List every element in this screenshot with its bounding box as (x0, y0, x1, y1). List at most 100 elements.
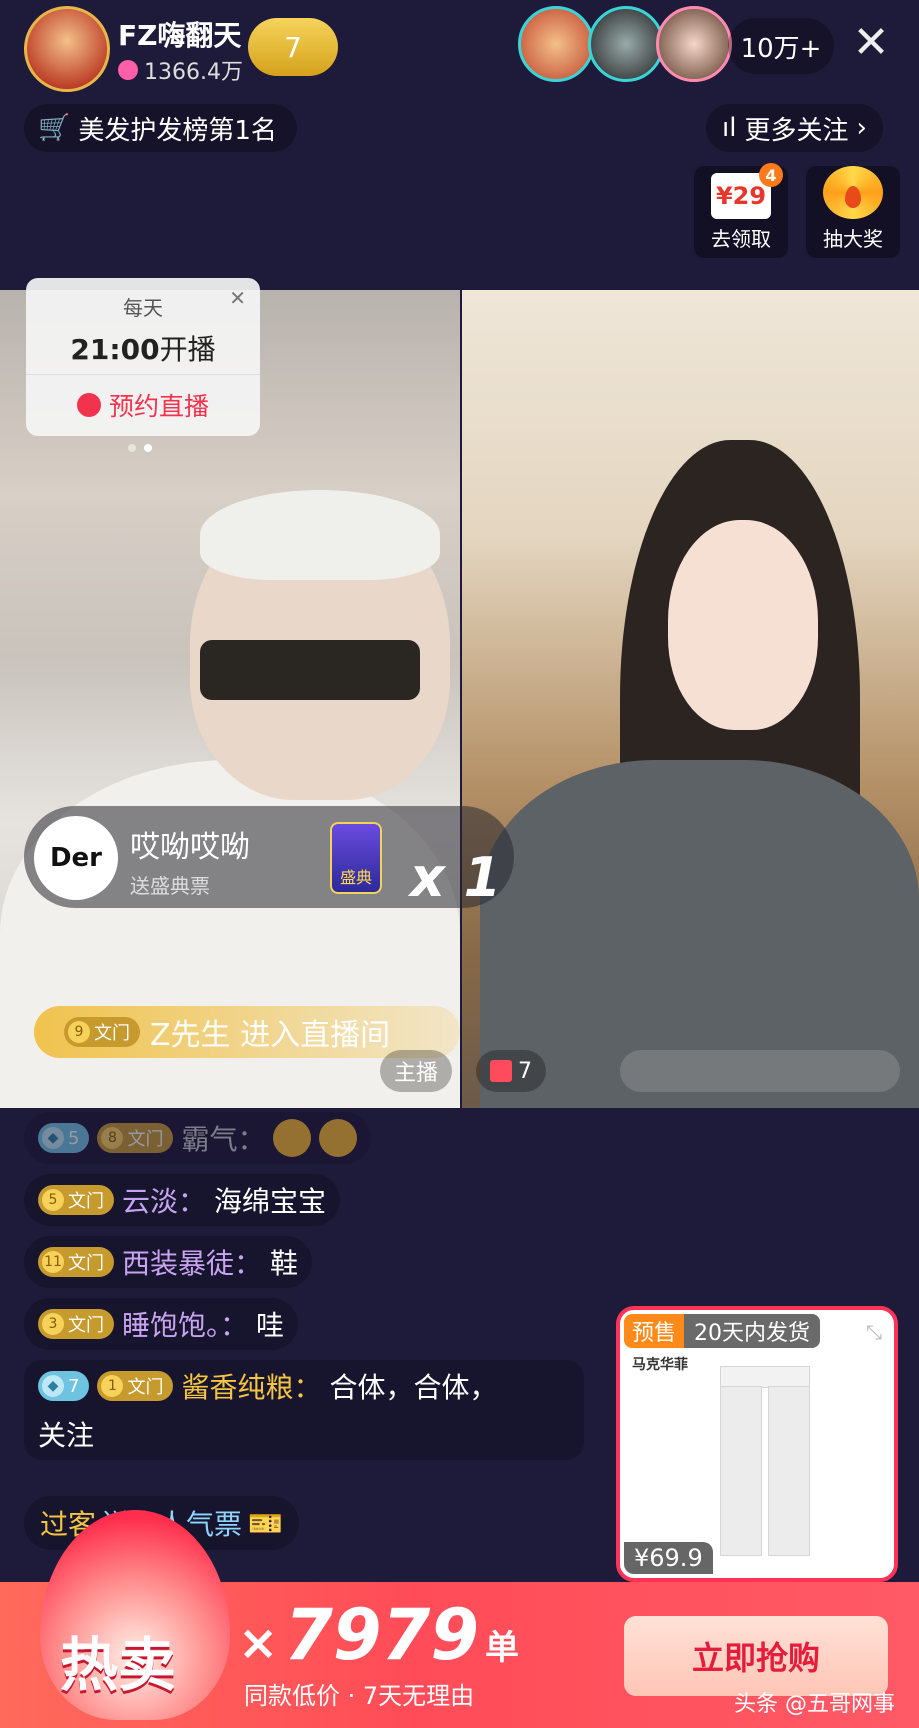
viewer-avatar[interactable] (656, 6, 732, 82)
level-rank: 文门 (68, 1315, 104, 1336)
user-level-badge: 5 文门 (38, 1185, 114, 1215)
comment-text: 海绵宝宝 (214, 1185, 327, 1218)
divider (26, 374, 260, 375)
gift-action: 送盛典票 (130, 874, 210, 898)
fan-club-button[interactable]: 7 (248, 18, 338, 76)
comment-user[interactable]: 酱香纯粮： (181, 1366, 321, 1406)
gem-level: 7 (68, 1375, 80, 1397)
crying-emoji-icon (273, 1119, 312, 1157)
viewer-avatar[interactable] (588, 6, 664, 82)
reservation-time-value: 21:00 (70, 333, 160, 366)
comment-user[interactable]: 西装暴徒： (122, 1242, 262, 1282)
fan-level: 7 (284, 30, 302, 64)
gem-badge: ◆ 7 (38, 1371, 90, 1401)
hot-sale-label: 热卖 (60, 1631, 177, 1699)
ranking-label: 美发护发榜第1名 (78, 115, 277, 146)
coupon-label: 去领取 (711, 227, 771, 251)
gem-icon: ◆ (42, 1127, 64, 1149)
user-level-badge: 8 文门 (97, 1123, 174, 1153)
comment-text-continued: 关注 (38, 1419, 95, 1452)
host-avatar[interactable] (24, 6, 110, 92)
product-price: ¥69.9 (624, 1542, 713, 1574)
guest-gift-counter[interactable]: 7 (476, 1050, 546, 1092)
level-rank: 文门 (127, 1129, 164, 1150)
viewer-avatar[interactable] (518, 6, 594, 82)
product-brand: 马克华菲 (632, 1357, 688, 1373)
expand-icon[interactable]: ⤡ (866, 1320, 882, 1344)
sunglasses (200, 640, 420, 700)
level-rank: 文门 (127, 1377, 164, 1398)
level-number: 3 (42, 1313, 64, 1335)
level-rank: 文门 (68, 1253, 104, 1274)
guest-face (668, 520, 818, 730)
gift-icon (490, 1060, 512, 1082)
pants-image (720, 1366, 810, 1556)
coupon-badge: 4 (759, 163, 783, 187)
hot-sale-subtitle: 同款低价 · 7天无理由 (244, 1682, 475, 1710)
gifter-name: 哎呦哎呦 (130, 830, 250, 865)
comment-user[interactable]: 云淡： (122, 1180, 206, 1220)
close-button[interactable]: ✕ (846, 18, 896, 68)
reservation-daily: 每天 (123, 296, 163, 320)
heart-icon (118, 60, 138, 80)
ranking-pill[interactable]: 🛒 美发护发榜第1名 (24, 104, 297, 152)
coupon-promo[interactable]: ¥29 4 去领取 (694, 163, 788, 258)
gem-icon: ◆ (42, 1375, 64, 1397)
gift-ticket-icon: 盛典 (330, 822, 382, 894)
reservation-card: 每天 ✕ 21:00开播 预约直播 (26, 278, 260, 436)
ticket-icon: 🎫 (248, 1506, 283, 1540)
user-level-badge: 1 文门 (97, 1371, 174, 1401)
guest-gift-count: 7 (518, 1058, 532, 1084)
carousel-dots (128, 444, 152, 452)
level-rank: 文门 (68, 1191, 104, 1212)
comment-item[interactable]: 5 文门 云淡： 海绵宝宝 (24, 1174, 341, 1226)
watermark: 头条 @五哥网事 (734, 1692, 895, 1717)
host-hair (200, 490, 440, 580)
comment-user[interactable]: 霸气： (181, 1118, 265, 1158)
gift-count: x 1 (410, 846, 502, 909)
comment-item[interactable]: ◆ 7 1 文门 酱香纯粮： 合体，合体， 关注 (24, 1360, 584, 1460)
guest-name-blurred (620, 1050, 900, 1092)
user-level-badge: 3 文门 (38, 1309, 114, 1339)
gem-badge: ◆ 5 (38, 1123, 90, 1153)
close-icon: ✕ (852, 17, 890, 68)
host-tag: 主播 (380, 1050, 453, 1092)
bar-chart-icon: ıl (722, 113, 737, 143)
enter-text: Z先生 进入直播间 (150, 1018, 391, 1053)
comment-item[interactable]: ◆ 5 8 文门 霸气： (24, 1112, 372, 1164)
comment-text: 哇 (256, 1309, 285, 1342)
reservation-time: 21:00开播 (26, 328, 260, 368)
comment-text: 鞋 (270, 1247, 299, 1280)
reserve-live-button[interactable]: 预约直播 (26, 382, 260, 428)
more-follow-label: 更多关注 (744, 115, 849, 146)
sold-number: 7979 (284, 1594, 480, 1676)
lottery-wheel-icon (823, 166, 883, 219)
comment-user[interactable]: 睡饱饱。： (122, 1304, 248, 1344)
more-follow-button[interactable]: ıl 更多关注 › (706, 104, 883, 152)
level-number: 8 (101, 1127, 124, 1149)
reservation-time-suffix: 开播 (159, 333, 216, 366)
product-tags: 预售 20天内发货 (624, 1314, 821, 1348)
viewer-count-button[interactable]: 10万+ (728, 18, 834, 74)
comment-text: 合体，合体， (329, 1371, 498, 1404)
cart-icon: 🛒 (38, 113, 71, 143)
alarm-clock-icon (76, 393, 101, 417)
level-number: 5 (42, 1189, 64, 1211)
coupon-price: ¥29 (715, 182, 767, 210)
gifter-avatar[interactable]: Der (34, 816, 118, 900)
host-name[interactable]: FZ嗨翻天 (118, 14, 241, 54)
close-icon[interactable]: ✕ (229, 286, 246, 310)
presale-tag: 预售 (624, 1314, 685, 1348)
comment-item[interactable]: 11 文门 西装暴徒： 鞋 (24, 1236, 313, 1288)
sold-count: × 7979 单 (238, 1594, 519, 1676)
crying-emoji-icon (319, 1119, 358, 1157)
product-card[interactable]: 预售 20天内发货 ⤡ 马克华菲 ¥69.9 (616, 1306, 898, 1582)
lottery-promo[interactable]: 抽大奖 (806, 166, 900, 258)
user-level-badge: 11 文门 (38, 1247, 114, 1277)
chevron-right-icon: › (856, 113, 867, 143)
level-number: 11 (42, 1251, 64, 1273)
buy-now-button[interactable]: 立即抢购 (624, 1616, 888, 1696)
gift-name: 盛典 (339, 868, 372, 887)
comment-item[interactable]: 3 文门 睡饱饱。： 哇 (24, 1298, 299, 1350)
coupon-icon: ¥29 4 (711, 163, 783, 219)
